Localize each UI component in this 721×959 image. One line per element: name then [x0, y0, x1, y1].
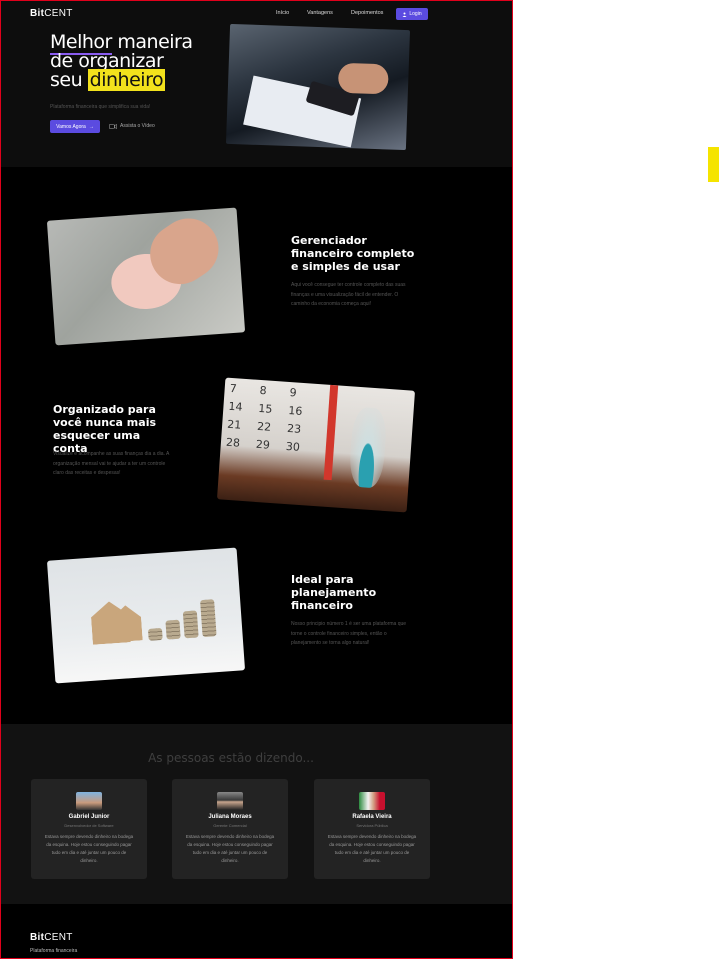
- testimonial-name: Rafaela Vieira: [352, 814, 392, 820]
- testimonial-role: Gerente Comercial: [213, 823, 247, 828]
- feature-1-title: Gerenciador financeiro completo e simple…: [291, 234, 415, 273]
- piggy-bank-image: [46, 207, 246, 346]
- hero-image-calculator: [225, 23, 411, 151]
- testimonial-name: Gabriel Junior: [68, 814, 110, 820]
- hero-title: Melhor maneira de organizar seu dinheiro: [50, 31, 193, 91]
- cta-label: Vamos Agora: [56, 123, 86, 130]
- page-frame: BitCENT Início Vantagens Depoimentos Log…: [0, 0, 513, 959]
- avatar: [217, 792, 243, 810]
- yellow-marker: [708, 147, 719, 182]
- testimonial-quote: Estava sempre devendo dinheiro na bodega…: [44, 834, 134, 863]
- footer: BitCENT Plataforma financeira: [1, 904, 512, 958]
- footer-subtitle: Plataforma financeira: [30, 948, 78, 954]
- hero-subtitle: Plataforma financeira que simplifica sua…: [50, 104, 151, 110]
- watch-video-label: Assista o Vídeo: [120, 123, 155, 129]
- login-label: Login: [409, 11, 422, 17]
- testimonials-section: As pessoas estão dizendo... Gabriel Juni…: [1, 724, 512, 904]
- house-coins-image: [46, 547, 246, 684]
- hourglass: [348, 406, 388, 489]
- footer-logo[interactable]: BitCENT: [30, 932, 73, 943]
- feature-1-text: Aqui você consegue ter controle completo…: [291, 282, 406, 307]
- watch-video-link[interactable]: Assista o Vídeo: [109, 123, 155, 129]
- avatar: [76, 792, 102, 810]
- cta-button[interactable]: Vamos Agora →: [50, 120, 100, 133]
- testimonial-role: Desenvolvedor de Software: [64, 823, 114, 828]
- brand-logo[interactable]: BitCENT: [30, 8, 73, 19]
- feature-2-title: Organizado para você nunca mais esquecer…: [53, 403, 157, 455]
- feature-3-text: Nosso principio número 1 é ser uma plata…: [291, 621, 407, 646]
- arrow-right-icon: →: [88, 123, 94, 130]
- feature-2-text: Visualize e acompanhe as suas finanças d…: [53, 451, 170, 476]
- testimonial-quote: Estava sempre devendo dinheiro na bodega…: [327, 834, 417, 863]
- testimonials-heading: As pessoas estão dizendo...: [148, 751, 314, 765]
- testimonial-card: Gabriel Junior Desenvolvedor de Software…: [31, 779, 147, 879]
- video-camera-icon: [109, 123, 117, 129]
- user-icon: [402, 12, 407, 17]
- calendar-hourglass-image: 789 14 15 16 21 22 23 28 29 30: [216, 377, 416, 513]
- hero-title-highlight: dinheiro: [87, 69, 166, 91]
- testimonial-card: Rafaela Vieira Servidora Pública Estava …: [314, 779, 430, 879]
- nav-link-vantagens[interactable]: Vantagens: [307, 10, 333, 16]
- nav-link-inicio[interactable]: Início: [276, 10, 289, 16]
- testimonial-role: Servidora Pública: [356, 823, 388, 828]
- testimonial-card: Juliana Moraes Gerente Comercial Estava …: [172, 779, 288, 879]
- avatar: [359, 792, 385, 810]
- login-button[interactable]: Login: [396, 8, 428, 20]
- testimonial-name: Juliana Moraes: [208, 814, 252, 820]
- testimonial-quote: Estava sempre devendo dinheiro na bodega…: [185, 834, 275, 863]
- top-navbar: BitCENT Início Vantagens Depoimentos Log…: [1, 1, 512, 27]
- nav-link-depoimentos[interactable]: Depoimentos: [351, 10, 383, 16]
- calendar-grid: 789 14 15 16 21 22 23 28 29 30: [225, 381, 303, 454]
- hero-section: Melhor maneira de organizar seu dinheiro…: [1, 23, 512, 167]
- feature-3-title: Ideal para planejamento financeiro: [291, 573, 377, 612]
